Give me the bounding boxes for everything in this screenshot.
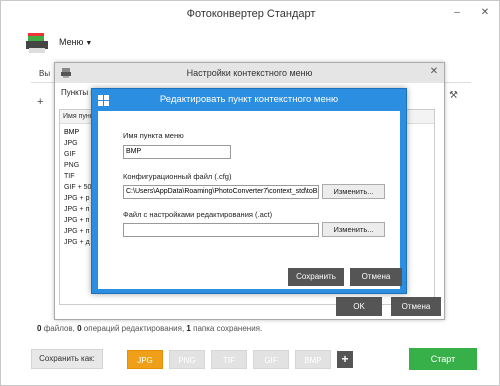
act-field-label: Файл с настройками редактирования (.act) [123,210,273,219]
files-label: файлов, [43,324,75,333]
minimize-icon[interactable]: – [449,5,465,21]
name-field[interactable]: BMP [123,145,231,159]
list-item[interactable]: JPG + р [64,193,91,204]
config-path-field[interactable]: C:\Users\AppData\Roaming\PhotoConverter7… [123,185,319,199]
format-tif-button[interactable]: TIF [211,350,247,369]
folders-count: 1 [186,324,191,333]
change-act-button[interactable]: Изменить... [322,222,385,237]
wrench-icon[interactable]: ⚒ [449,90,458,101]
edit-menu-item-dialog: Редактировать пункт контекстного меню Им… [91,88,407,294]
cancel-button[interactable]: Отмена [350,268,402,286]
app-logo-icon [26,33,48,53]
menu-items-label: Пункты к [61,88,94,97]
ops-label: операций редактирования, [83,324,185,333]
context-dialog-title: Настройки контекстного меню [186,68,313,78]
act-path-field[interactable] [123,223,319,237]
list-item[interactable]: JPG + п [64,226,91,237]
list-item[interactable]: GIF + 50 [64,182,91,193]
save-as-label: Сохранить как: [31,349,103,369]
menu-button[interactable]: Меню ▼ [59,37,92,47]
edit-dialog-body: Имя пункта меню BMP Конфигурационный фай… [98,111,402,289]
format-png-button[interactable]: PNG [169,350,205,369]
add-format-button[interactable]: + [337,351,353,368]
list-item[interactable]: TIF [64,171,91,182]
start-button[interactable]: Старт [409,348,477,370]
cancel-button[interactable]: Отмена [391,297,441,316]
save-button[interactable]: Сохранить [288,268,344,286]
list-item[interactable]: BMP [64,127,91,138]
window-title: Фотоконвертер Стандарт [186,8,316,20]
name-field-label: Имя пункта меню [123,131,184,140]
close-icon[interactable]: ✕ [427,65,441,79]
list-item[interactable]: JPG + д [64,237,91,248]
list-item[interactable]: JPG + п [64,204,91,215]
tab-partial[interactable]: Вы [39,69,50,78]
edit-dialog-title: Редактировать пункт контекстного меню [159,94,339,105]
format-bmp-button[interactable]: BMP [295,350,331,369]
chevron-down-icon: ▼ [85,40,93,47]
ops-count: 0 [77,324,82,333]
ok-button[interactable]: OK [336,297,382,316]
list-item[interactable]: JPG + п [64,215,91,226]
context-dialog-titlebar: Настройки контекстного меню ✕ [55,63,444,83]
list-item[interactable]: GIF [64,149,91,160]
change-config-button[interactable]: Изменить... [322,184,385,199]
add-files-icon[interactable]: + [37,96,43,108]
status-summary: 0 файлов, 0 операций редактирования, 1 п… [37,324,262,333]
files-count: 0 [37,324,42,333]
edit-dialog-titlebar: Редактировать пункт контекстного меню [92,89,406,111]
close-icon[interactable]: ✕ [477,5,493,21]
folders-label: папка сохранения. [193,324,263,333]
menu-label: Меню [59,37,84,47]
list-item[interactable]: JPG [64,138,91,149]
format-jpg-button[interactable]: JPG [127,350,163,369]
config-field-label: Конфигурационный файл (.cfg) [123,172,232,181]
save-bar: Сохранить как: JPG PNG TIF GIF BMP + Ста… [31,347,481,373]
list-item[interactable]: PNG [64,160,91,171]
format-gif-button[interactable]: GIF [253,350,289,369]
